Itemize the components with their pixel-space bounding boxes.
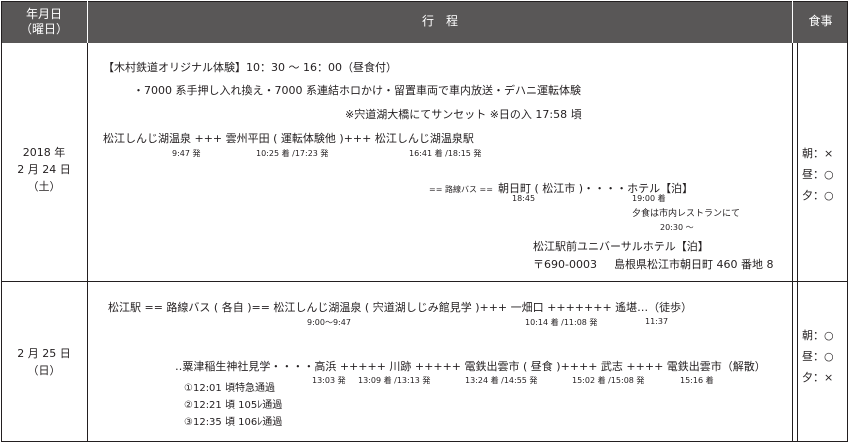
day1-date-day: 2 月 24 日 <box>17 163 71 176</box>
day2-time-kawato: 13:09 着 /13:13 発 <box>358 376 431 385</box>
day1-experience-detail: ・7000 系手押し入れ換え・7000 系連結ホロかけ・留置車両で車内放送・デハ… <box>133 84 581 97</box>
day2-passing-trains: ①12:01 頃特急通過 ②12:21 頃 105ﾚ通過 ③12:35 頃 10… <box>184 380 282 431</box>
day2-time-bus: 9:00〜9:47 <box>307 318 351 327</box>
day2-time-izumoshi: 13:24 着 /14:55 発 <box>465 376 538 385</box>
day2-route-afternoon: ‥粟津稲生神社見学・・・・高浜 +++++ 川跡 +++++ 電鉄出雲市 ( 昼… <box>175 360 766 373</box>
header-itinerary: 行 程 <box>421 14 458 28</box>
day2-meals: 朝：○ 昼：○ 夕：× <box>802 325 834 388</box>
day1-sunset-note: ※宍道湖大橋にてサンセット ※日の入 17:58 頃 <box>345 108 582 121</box>
day1-meal-lunch: 昼：○ <box>802 168 834 181</box>
day2-route-morning: 松江駅 == 路線バス ( 各自 )== 松江しんじ湖温泉 ( 宍道湖しじみ館見… <box>108 301 693 314</box>
header-meals: 食事 <box>808 14 833 28</box>
day1-date: 2018 年 2 月 24 日 （土） <box>1 144 87 195</box>
day1-time-hirata: 10:25 着 /17:23 発 <box>256 149 329 158</box>
day1-dinner-note: 夕食は市内レストランにて <box>632 209 741 219</box>
day2-date-day: 2 月 25 日 <box>17 347 71 360</box>
day1-time-return: 16:41 着 /18:15 発 <box>409 149 482 158</box>
column-divider-right-double <box>797 43 798 442</box>
day2-meal-breakfast: 朝：○ <box>802 329 834 342</box>
day1-hotel-zip: 〒690-0003 <box>533 258 597 271</box>
day1-date-year: 2018 年 <box>22 146 66 159</box>
day1-hotel-address: 〒690-0003 島根県松江市朝日町 460 番地 8 <box>533 256 773 272</box>
day1-experience-title: 【木村鉄道オリジナル体験】10：30 〜 16：00（昼食付） <box>103 61 397 74</box>
column-divider-right <box>792 43 793 442</box>
day1-meal-dinner: 夕：○ <box>802 189 834 202</box>
day2-time-arrive: 15:16 着 <box>680 376 714 385</box>
day2-pass-3: ③12:35 頃 106ﾚ通過 <box>184 417 283 428</box>
day1-bus-prefix: == 路線バス == <box>429 185 493 194</box>
day2-time-yokoro: 11:37 <box>645 317 669 326</box>
day2-time-ichibataguchi: 10:14 着 /11:08 発 <box>525 318 598 327</box>
day2-pass-1: ①12:01 頃特急通過 <box>184 383 275 394</box>
day1-hotel-name: 松江駅前ユニバーサルホテル【泊】 <box>533 240 709 253</box>
day1-date-weekday: （土） <box>27 180 61 193</box>
day1-time-hotel: 19:00 着 <box>632 194 666 203</box>
day2-time-takahama: 13:03 発 <box>312 376 346 385</box>
day1-hotel-street: 島根県松江市朝日町 460 番地 8 <box>613 258 774 271</box>
day1-time-depart: 9:47 発 <box>172 149 201 158</box>
day1-meals: 朝：× 昼：○ 夕：○ <box>802 143 834 206</box>
day1-time-bus: 18:45 <box>512 194 536 203</box>
day2-meal-dinner: 夕：× <box>802 371 834 384</box>
header-date-line1: 年月日 <box>25 7 62 21</box>
day1-meal-breakfast: 朝：× <box>802 147 834 160</box>
day1-route: 松江しんじ湖温泉 +++ 雲州平田 ( 運転体験他 )+++ 松江しんじ湖温泉駅 <box>103 132 474 145</box>
day2-pass-2: ②12:21 頃 105ﾚ通過 <box>184 400 283 411</box>
day2-date: 2 月 25 日 （日） <box>1 345 87 379</box>
day1-time-dinner: 20:30 〜 <box>660 223 694 232</box>
column-divider-left <box>87 43 88 442</box>
day2-meal-lunch: 昼：○ <box>802 350 834 363</box>
day2-time-takeshi: 15:02 着 /15:08 発 <box>572 376 645 385</box>
day2-date-weekday: （日） <box>27 364 61 377</box>
row-divider <box>1 281 848 282</box>
header-date: 年月日 （曜日） <box>1 7 87 37</box>
header-date-line2: （曜日） <box>19 22 68 36</box>
